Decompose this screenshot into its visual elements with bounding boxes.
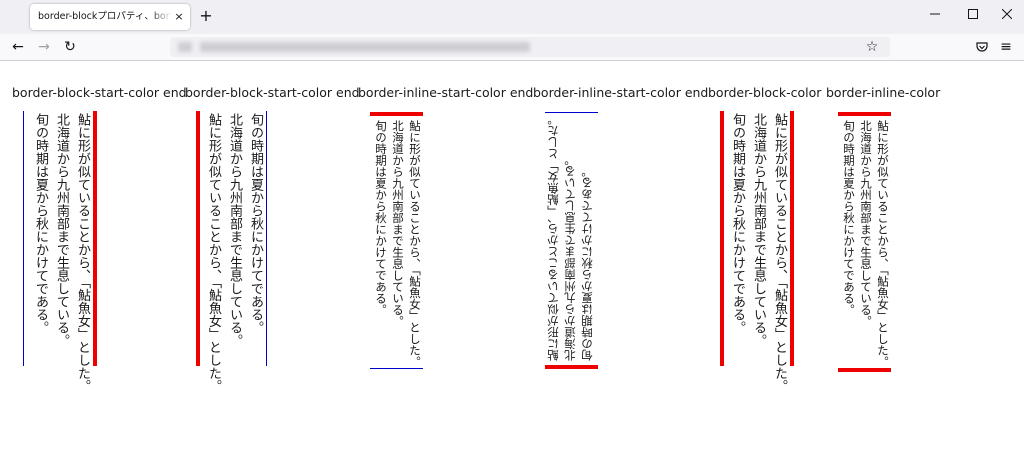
text-line: 旬の時期は夏から秋にかけてである。 [33, 113, 48, 334]
example-label: border-inline-start-color end [533, 85, 709, 100]
vertical-text-box: 鮎に形が似ていることから、「鮎魚女」とした。 北海道から九州南部まで生息している… [838, 112, 891, 372]
maximize-icon[interactable] [958, 6, 988, 26]
text-line: 旬の時期は夏から秋にかけてである。 [580, 165, 594, 362]
close-window-icon[interactable] [992, 6, 1022, 26]
vertical-text-box: 旬の時期は夏から秋にかけてである。 北海道から九州南部まで生息している。 鮎に形… [196, 111, 267, 393]
minimize-icon[interactable] [920, 6, 950, 26]
text-line: 北海道から九州南部まで生息している。 [391, 120, 405, 327]
bookmark-star-icon[interactable]: ☆ [862, 34, 882, 60]
text-line: 北海道から九州南部まで生息している。 [54, 113, 69, 347]
text-line: 鮎に形が似ていることから、「鮎魚女」とした。 [546, 113, 560, 361]
text-line: 旬の時期は夏から秋にかけてである。 [248, 113, 263, 334]
tab-strip: border-blockプロパティ、border-inline × + [0, 0, 1024, 34]
vertical-text-box: 鮎に形が似ていることから、「鮎魚女」とした。 北海道から九州南部まで生息している… [23, 111, 97, 393]
text-line: 鮎に形が似ていることから、「鮎魚女」とした。 [876, 120, 890, 368]
back-arrow-icon[interactable]: ← [8, 34, 28, 60]
vertical-text-box: 鮎に形が似ていることから、「鮎魚女」とした。 北海道から九州南部まで生息している… [545, 112, 598, 369]
text-line: 鮎に形が似ていることから、「鮎魚女」とした。 [206, 113, 221, 393]
example-label: border-block-color [708, 85, 822, 100]
example-label: border-inline-start-color end [358, 85, 534, 100]
blurred-url [200, 42, 530, 52]
forward-arrow-icon[interactable]: → [34, 34, 54, 60]
text-line: 鮎に形が似ていることから、「鮎魚女」とした。 [772, 113, 787, 393]
example-label: border-block-start-color end [12, 85, 187, 100]
navigation-toolbar: ← → ↻ ☆ ≡ [0, 34, 1024, 61]
menu-icon[interactable]: ≡ [996, 34, 1016, 60]
example-label: border-inline-color [826, 85, 941, 100]
text-line: 北海道から九州南部まで生息している。 [751, 113, 766, 347]
text-line: 旬の時期は夏から秋にかけてである。 [374, 120, 388, 316]
vertical-text-box: 鮎に形が似ていることから、「鮎魚女」とした。 北海道から九州南部まで生息している… [720, 111, 794, 393]
tab-close-icon[interactable]: × [172, 4, 186, 30]
address-bar[interactable] [170, 37, 890, 57]
site-identity-icon[interactable] [178, 42, 192, 52]
text-line: 旬の時期は夏から秋にかけてである。 [730, 113, 745, 334]
example-label: border-block-start-color end [185, 85, 360, 100]
tab-title-fade [150, 4, 172, 30]
text-line: 北海道から九州南部まで生息している。 [859, 120, 873, 327]
pocket-icon[interactable] [972, 34, 992, 60]
reload-icon[interactable]: ↻ [60, 34, 80, 60]
text-line: 鮎に形が似ていることから、「鮎魚女」とした。 [75, 113, 90, 393]
text-line: 鮎に形が似ていることから、「鮎魚女」とした。 [408, 120, 422, 368]
vertical-text-box: 鮎に形が似ていることから、「鮎魚女」とした。 北海道から九州南部まで生息している… [370, 112, 423, 369]
text-line: 北海道から九州南部まで生息している。 [227, 113, 242, 347]
new-tab-icon[interactable]: + [198, 6, 214, 26]
text-line: 旬の時期は夏から秋にかけてである。 [842, 120, 856, 316]
text-line: 北海道から九州南部まで生息している。 [563, 154, 577, 361]
active-tab[interactable]: border-blockプロパティ、border-inline × [30, 4, 190, 30]
